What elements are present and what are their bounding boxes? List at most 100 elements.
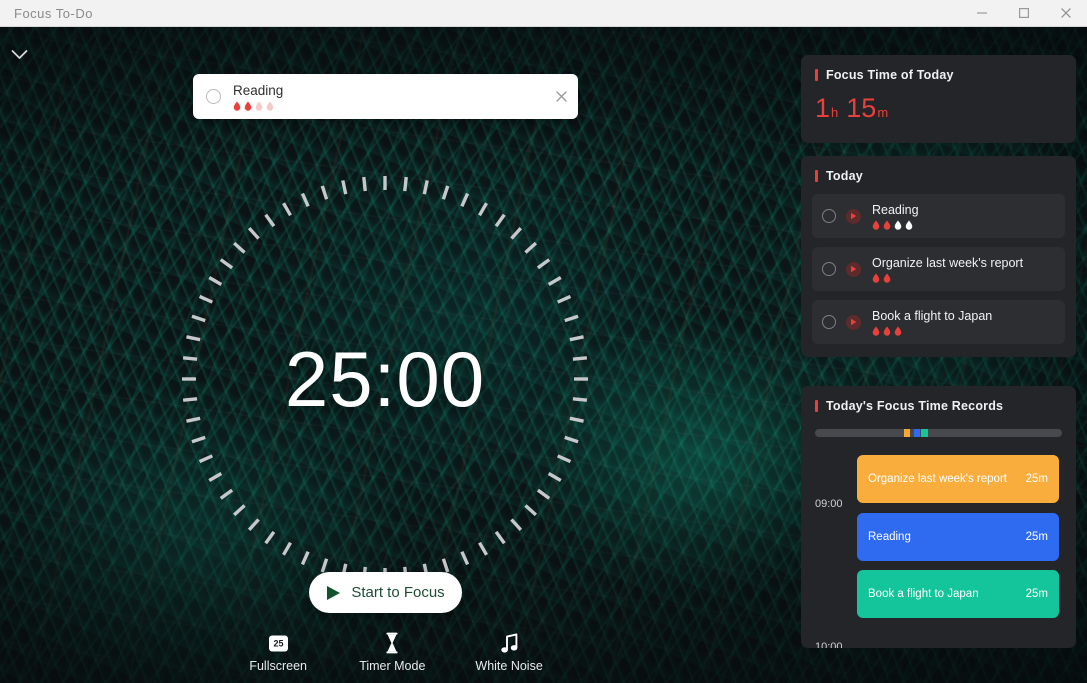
today-task-list: Reading Organize last week's report Book a…: [801, 183, 1076, 344]
chevron-down-icon: [11, 49, 27, 59]
focus-time-total: 1 h 15 m: [801, 82, 1076, 122]
focus-record-block[interactable]: Reading 25m: [857, 513, 1059, 561]
section-marker-icon: [815, 69, 818, 81]
task-title: Reading: [872, 202, 919, 217]
task-play-button[interactable]: [846, 261, 861, 277]
section-marker-icon: [815, 400, 818, 412]
focus-hours-unit: h: [831, 105, 839, 120]
maximize-button[interactable]: [1003, 0, 1045, 27]
today-title: Today: [826, 169, 863, 183]
focus-record-duration: 25m: [1025, 473, 1048, 485]
current-task-close-button[interactable]: [544, 74, 578, 119]
pomodoro-drop-icon: [905, 219, 913, 230]
play-icon: [851, 212, 857, 220]
window-title: Focus To-Do: [14, 5, 93, 21]
app-window: Focus To-Do Reading 25:00 Start to Focus…: [0, 0, 1087, 683]
timer-mode-button[interactable]: Timer Mode: [359, 632, 425, 673]
title-bar: Focus To-Do: [0, 0, 1087, 27]
current-task-checkbox[interactable]: [206, 89, 221, 104]
workspace: Reading 25:00 Start to Focus 25 Fullscre…: [0, 27, 1087, 683]
music-note-icon: [500, 632, 519, 654]
today-task-row[interactable]: Book a flight to Japan: [812, 300, 1065, 344]
today-header: Today: [801, 156, 1076, 183]
focus-records-timeline[interactable]: [815, 429, 1062, 437]
today-task-row[interactable]: Reading: [812, 194, 1065, 238]
play-icon: [327, 585, 341, 600]
timer-mode-label: Timer Mode: [359, 658, 426, 673]
today-task-row[interactable]: Organize last week's report: [812, 247, 1065, 291]
task-pomodoro-drops: [872, 325, 1055, 336]
timeline-segment: [913, 429, 921, 437]
current-task-card[interactable]: Reading: [193, 74, 578, 119]
pomodoro-drop-icon: [233, 100, 241, 111]
close-icon: [1061, 8, 1071, 18]
task-pomodoro-drops: [872, 272, 1055, 283]
timeline-segment: [903, 429, 911, 437]
task-play-button[interactable]: [846, 208, 861, 224]
focus-minutes-unit: m: [877, 105, 889, 120]
fullscreen-label: Fullscreen: [249, 658, 308, 673]
focus-records-timeline-wrap: [801, 413, 1076, 437]
section-marker-icon: [815, 170, 818, 182]
task-body: Book a flight to Japan: [872, 309, 1055, 336]
fullscreen-25-icon: 25: [268, 632, 289, 654]
task-title: Book a flight to Japan: [872, 308, 993, 323]
timeline-hour-label: 10:00: [815, 641, 843, 648]
focus-time-title: Focus Time of Today: [826, 68, 954, 82]
minimize-button[interactable]: [961, 0, 1003, 27]
close-icon: [555, 91, 567, 102]
focus-time-panel: Focus Time of Today 1 h 15 m: [801, 55, 1076, 143]
task-play-button[interactable]: [846, 314, 861, 330]
focus-record-duration: 25m: [1025, 588, 1048, 600]
pomodoro-drop-icon: [883, 325, 891, 336]
pomodoro-drop-icon: [266, 100, 274, 111]
timeline-hour-label: 09:00: [815, 498, 843, 510]
minimize-icon: [977, 12, 987, 14]
current-task-title: Reading: [233, 82, 284, 98]
pomodoro-drop-icon: [894, 219, 902, 230]
play-icon: [851, 265, 857, 273]
pomodoro-drop-icon: [872, 325, 880, 336]
focus-record-block[interactable]: Organize last week's report 25m: [857, 455, 1059, 503]
focus-records-blocks: 09:00 10:00 Organize last week's report 25m…: [801, 455, 1076, 648]
svg-text:25: 25: [273, 638, 283, 648]
task-checkbox[interactable]: [822, 262, 836, 276]
current-task-pomodoro-drops: [233, 100, 544, 111]
hourglass-icon: [384, 632, 400, 654]
focus-time-header: Focus Time of Today: [801, 55, 1076, 82]
task-checkbox[interactable]: [822, 315, 836, 329]
task-checkbox[interactable]: [822, 209, 836, 223]
collapse-panel-button[interactable]: [4, 41, 34, 67]
task-body: Reading: [872, 203, 1055, 230]
pomodoro-drop-icon: [244, 100, 252, 111]
focus-records-title: Today's Focus Time Records: [826, 399, 1004, 413]
close-button[interactable]: [1045, 0, 1087, 27]
fullscreen-button[interactable]: 25 Fullscreen: [247, 632, 309, 673]
right-sidebar: Focus Time of Today 1 h 15 m Today Readi…: [790, 27, 1087, 683]
focus-hours-value: 1: [815, 93, 831, 123]
focus-record-name: Book a flight to Japan: [868, 588, 979, 600]
bottom-toolbar: 25 Fullscreen Timer Mode White Noise: [0, 621, 790, 683]
white-noise-button[interactable]: White Noise: [475, 632, 543, 673]
focus-record-duration: 25m: [1025, 531, 1048, 543]
timer-display: 25:00: [284, 334, 486, 423]
pomodoro-drop-icon: [255, 100, 263, 111]
focus-record-name: Reading: [868, 531, 911, 543]
maximize-icon: [1019, 8, 1030, 19]
pomodoro-drop-icon: [883, 219, 891, 230]
task-pomodoro-drops: [872, 219, 1055, 230]
pomodoro-drop-icon: [883, 272, 891, 283]
window-controls: [961, 0, 1087, 27]
pomodoro-drop-icon: [872, 219, 880, 230]
today-panel: Today Reading Organize last week's report…: [801, 156, 1076, 357]
timeline-segment: [921, 429, 928, 437]
start-to-focus-button[interactable]: Start to Focus: [309, 572, 462, 613]
white-noise-label: White Noise: [475, 658, 543, 673]
task-body: Organize last week's report: [872, 256, 1055, 283]
pomodoro-drop-icon: [894, 325, 902, 336]
focus-record-name: Organize last week's report: [868, 473, 1007, 485]
pomodoro-drop-icon: [872, 272, 880, 283]
play-icon: [851, 318, 857, 326]
task-title: Organize last week's report: [872, 255, 1024, 270]
focus-record-block[interactable]: Book a flight to Japan 25m: [857, 570, 1059, 618]
